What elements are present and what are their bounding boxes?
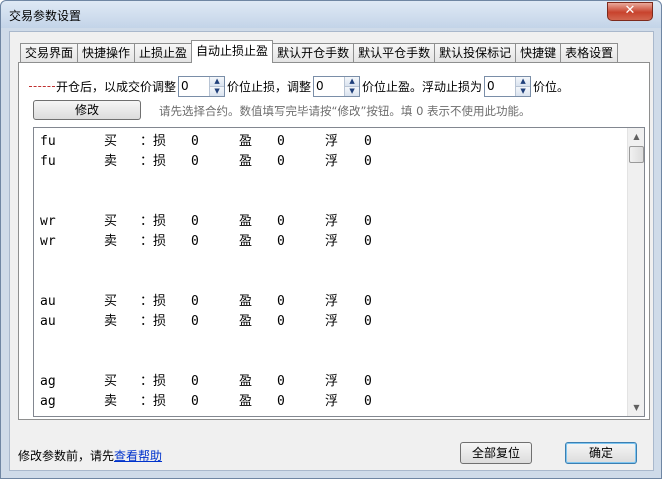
contract-list[interactable]: fu 买 ：损 0 盈 0 浮 0 fu 卖 ：损 0 盈 0 浮 0 wr 买… bbox=[33, 127, 645, 417]
tab-default-hedge-flag[interactable]: 默认投保标记 bbox=[434, 43, 517, 63]
list-item[interactable]: wr 卖 ：损 0 盈 0 浮 0 bbox=[34, 232, 627, 252]
price-adjust-stepper[interactable]: ▲ ▼ bbox=[178, 75, 226, 97]
spin-down-icon[interactable]: ▼ bbox=[516, 86, 531, 96]
tab-default-open-lots[interactable]: 默认开仓手数 bbox=[272, 43, 355, 63]
float-stop-stepper[interactable]: ▲ ▼ bbox=[484, 75, 532, 97]
close-icon: ✕ bbox=[624, 3, 636, 18]
spin-up-icon[interactable]: ▲ bbox=[516, 76, 531, 87]
dialog-client-area: 交易界面 快捷操作 止损止盈 自动止损止盈 默认开仓手数 默认平仓手数 默认投保… bbox=[9, 31, 654, 471]
tab-hotkeys[interactable]: 快捷键 bbox=[515, 43, 562, 63]
profit-adjust-stepper[interactable]: ▲ ▼ bbox=[313, 75, 361, 97]
settings-text-3: 价位止盈。浮动止损为 bbox=[362, 79, 483, 94]
spin-up-icon[interactable]: ▲ bbox=[210, 76, 225, 87]
tab-stop-loss-profit[interactable]: 止损止盈 bbox=[134, 43, 193, 63]
dashed-line-marker bbox=[29, 85, 55, 87]
title-bar[interactable]: 交易参数设置 ✕ bbox=[1, 1, 661, 28]
contract-list-content: fu 买 ：损 0 盈 0 浮 0 fu 卖 ：损 0 盈 0 浮 0 wr 买… bbox=[34, 128, 627, 416]
tab-default-close-lots[interactable]: 默认平仓手数 bbox=[353, 43, 436, 63]
scrollbar-thumb[interactable] bbox=[629, 146, 644, 163]
list-item[interactable]: au 卖 ：损 0 盈 0 浮 0 bbox=[34, 312, 627, 332]
instruction-hint: 请先选择合约。数值填写完毕请按“修改”按钮。填 0 表示不使用此功能。 bbox=[159, 104, 531, 118]
settings-text-4: 价位。 bbox=[533, 79, 570, 94]
vertical-scrollbar[interactable]: ▲ ▼ bbox=[627, 128, 644, 416]
auto-stop-panel: 开仓后，以成交价调整 ▲ ▼ 价位止损，调整 ▲ ▼ 价位止盈。浮动 bbox=[18, 62, 650, 420]
tab-table-settings[interactable]: 表格设置 bbox=[560, 43, 619, 63]
list-item[interactable]: fu 卖 ：损 0 盈 0 浮 0 bbox=[34, 152, 627, 172]
window-title: 交易参数设置 bbox=[9, 9, 82, 23]
scroll-up-icon[interactable]: ▲ bbox=[628, 128, 644, 145]
spin-up-icon[interactable]: ▲ bbox=[345, 76, 360, 87]
help-note: 修改参数前，请先查看帮助 bbox=[18, 449, 163, 463]
spin-down-icon[interactable]: ▼ bbox=[210, 86, 225, 96]
float-stop-input[interactable] bbox=[485, 76, 516, 96]
list-item[interactable]: wr 买 ：损 0 盈 0 浮 0 bbox=[34, 212, 627, 232]
tab-auto-stop-loss-profit[interactable]: 自动止损止盈 bbox=[191, 40, 274, 63]
list-item[interactable]: ag 买 ：损 0 盈 0 浮 0 bbox=[34, 372, 627, 392]
price-adjust-input[interactable] bbox=[179, 76, 210, 96]
profit-adjust-input[interactable] bbox=[314, 76, 345, 96]
auto-stop-settings-row: 开仓后，以成交价调整 ▲ ▼ 价位止损，调整 ▲ ▼ 价位止盈。浮动 bbox=[29, 75, 569, 97]
tab-trade-interface[interactable]: 交易界面 bbox=[20, 43, 79, 63]
list-item[interactable]: fu 买 ：损 0 盈 0 浮 0 bbox=[34, 132, 627, 152]
modify-button[interactable]: 修改 bbox=[33, 100, 141, 120]
tab-quick-operation[interactable]: 快捷操作 bbox=[77, 43, 136, 63]
trade-settings-window: 交易参数设置 ✕ 交易界面 快捷操作 止损止盈 自动止损止盈 默认开仓手数 默认… bbox=[0, 0, 662, 479]
ok-button[interactable]: 确定 bbox=[565, 442, 637, 464]
settings-text-2: 价位止损，调整 bbox=[227, 79, 312, 94]
tab-strip: 交易界面 快捷操作 止损止盈 自动止损止盈 默认开仓手数 默认平仓手数 默认投保… bbox=[20, 40, 619, 63]
settings-text-1: 开仓后，以成交价调整 bbox=[56, 79, 177, 94]
spin-down-icon[interactable]: ▼ bbox=[345, 86, 360, 96]
list-item[interactable]: ag 卖 ：损 0 盈 0 浮 0 bbox=[34, 392, 627, 412]
close-button[interactable]: ✕ bbox=[607, 2, 653, 21]
scroll-down-icon[interactable]: ▼ bbox=[628, 399, 644, 416]
view-help-link[interactable]: 查看帮助 bbox=[114, 449, 162, 463]
list-item[interactable]: au 买 ：损 0 盈 0 浮 0 bbox=[34, 292, 627, 312]
reset-all-button[interactable]: 全部复位 bbox=[460, 442, 532, 464]
